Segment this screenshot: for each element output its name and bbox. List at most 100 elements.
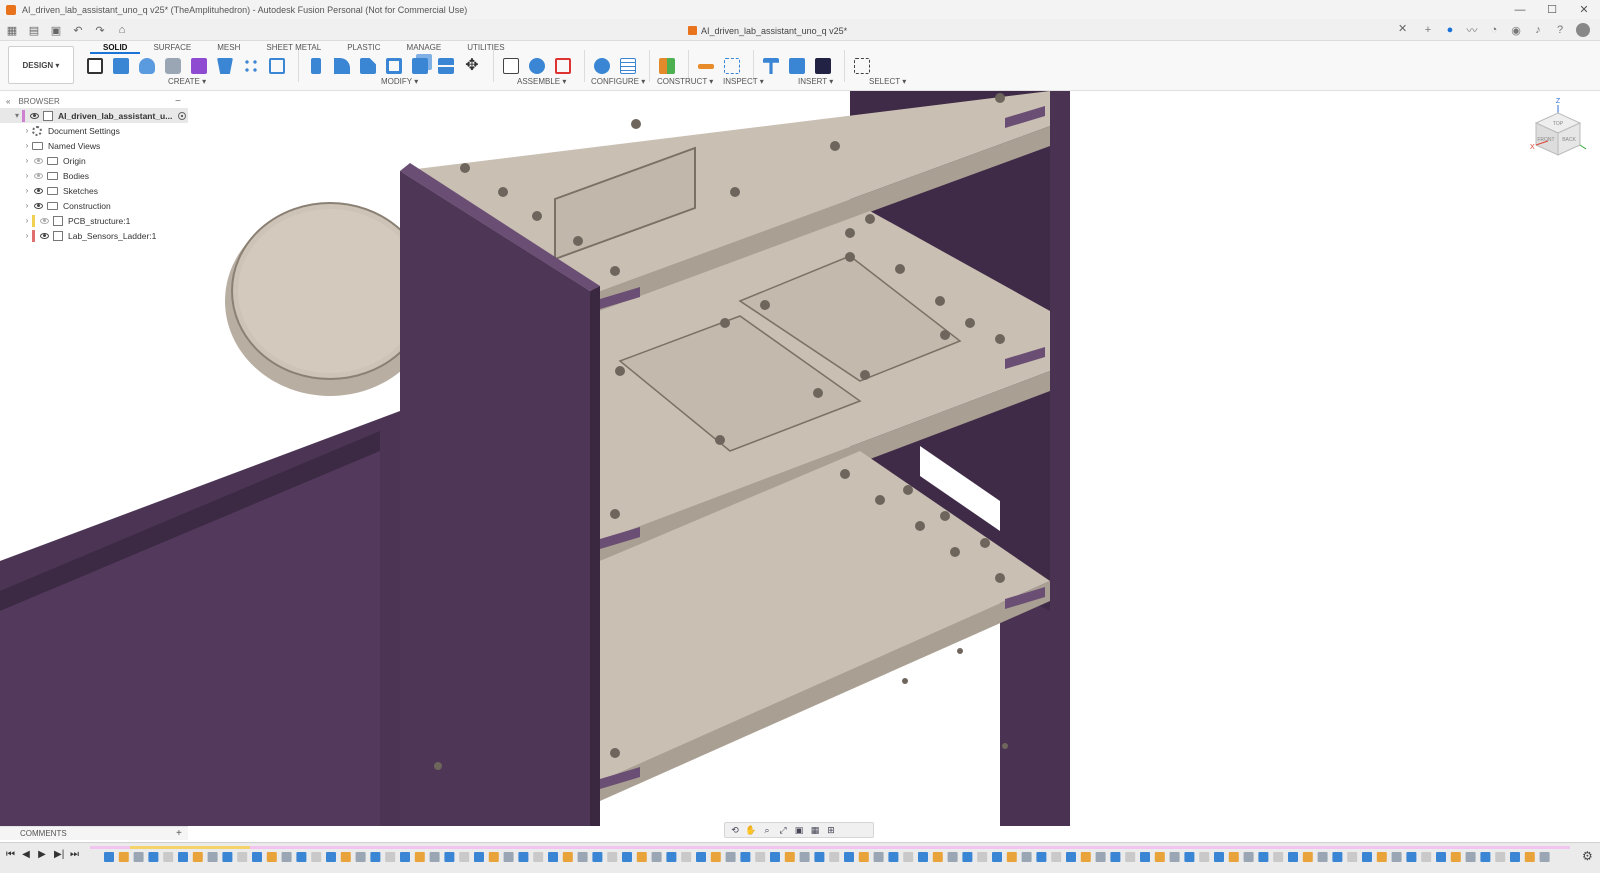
grid-settings-icon[interactable]: ▦ (809, 825, 821, 835)
timeline-feature-icon[interactable] (326, 852, 336, 862)
expand-chevron-icon[interactable]: › (22, 186, 32, 195)
timeline-feature-icon[interactable] (1510, 852, 1520, 862)
tab-sheet-metal[interactable]: SHEET METAL (253, 42, 334, 54)
timeline-feature-icon[interactable] (192, 852, 203, 862)
timeline-feature-icon[interactable] (503, 852, 514, 862)
timeline-feature-icon[interactable] (1066, 852, 1076, 862)
construct-group-label[interactable]: CONSTRUCT ▾ (657, 77, 713, 86)
timeline-feature-icon[interactable] (932, 852, 943, 862)
joint-icon[interactable] (526, 56, 548, 76)
timeline-feature-icon[interactable] (622, 852, 632, 862)
insert-svg-icon[interactable] (812, 56, 834, 76)
home-icon[interactable]: ⌂ (114, 24, 130, 36)
inspect-group-label[interactable]: INSPECT ▾ (723, 77, 764, 86)
offset-face-icon[interactable] (435, 56, 457, 76)
timeline-feature-icon[interactable] (1288, 852, 1298, 862)
tab-manage[interactable]: MANAGE (394, 42, 455, 54)
browser-item-construction[interactable]: › Construction (0, 198, 188, 213)
visibility-eye-icon[interactable] (32, 157, 44, 165)
view-cube[interactable]: Z TOP FRONT BACK X (1528, 95, 1588, 161)
timeline-feature-icon[interactable] (1332, 852, 1343, 862)
form-icon[interactable] (188, 56, 210, 76)
timeline-feature-icon[interactable] (1347, 852, 1358, 862)
expand-chevron-icon[interactable]: ▾ (12, 111, 22, 120)
recovery-icon[interactable]: ◉ (1510, 24, 1522, 37)
top-face-label[interactable]: TOP (1553, 121, 1564, 127)
fillet-icon[interactable] (331, 56, 353, 76)
timeline-next-icon[interactable]: ▶| (54, 849, 64, 860)
pattern-icon[interactable] (240, 56, 262, 76)
new-tab-icon[interactable]: + (1422, 24, 1434, 36)
loft-icon[interactable] (214, 56, 236, 76)
timeline-feature-icon[interactable] (118, 852, 129, 862)
timeline-feature-icon[interactable] (844, 852, 854, 862)
comments-panel[interactable]: COMMENTS + (0, 826, 188, 840)
create-sketch-icon[interactable] (84, 56, 106, 76)
timeline-feature-icon[interactable] (163, 852, 174, 862)
timeline-feature-icon[interactable] (1495, 852, 1506, 862)
orbit-icon[interactable]: ⟲ (729, 825, 741, 835)
timeline-feature-icon[interactable] (370, 852, 381, 862)
timeline-feature-icon[interactable] (385, 852, 396, 862)
expand-chevron-icon[interactable]: › (22, 201, 32, 210)
browser-collapse-icon[interactable]: « (6, 97, 10, 106)
timeline-feature-icon[interactable] (858, 852, 869, 862)
configuration-table-icon[interactable] (617, 56, 639, 76)
timeline-feature-icon[interactable] (1199, 852, 1210, 862)
hole-icon[interactable] (162, 56, 184, 76)
browser-item-origin[interactable]: › Origin (0, 153, 188, 168)
timeline-feature-icon[interactable] (562, 852, 573, 862)
help-icon[interactable]: ? (1554, 24, 1566, 36)
timeline-feature-icon[interactable] (1228, 852, 1239, 862)
configure-group-label[interactable]: CONFIGURE ▾ (591, 77, 645, 86)
timeline-feature-icon[interactable] (651, 852, 662, 862)
browser-minimize-icon[interactable]: − (175, 96, 181, 107)
timeline-feature-icon[interactable] (1184, 852, 1195, 862)
save-icon[interactable]: ▣ (48, 24, 64, 37)
timeline-feature-icon[interactable] (681, 852, 692, 862)
as-built-joint-icon[interactable] (552, 56, 574, 76)
timeline-feature-icon[interactable] (725, 852, 736, 862)
timeline-feature-icon[interactable] (918, 852, 928, 862)
timeline-feature-icon[interactable] (148, 852, 159, 862)
timeline-feature-icon[interactable] (636, 852, 647, 862)
timeline-feature-icon[interactable] (1465, 852, 1476, 862)
timeline-feature-icon[interactable] (237, 852, 248, 862)
mirror-icon[interactable] (266, 56, 288, 76)
measure-icon[interactable] (695, 56, 717, 76)
viewports-icon[interactable]: ⊞ (825, 825, 837, 835)
expand-chevron-icon[interactable]: › (22, 171, 32, 180)
timeline-feature-icon[interactable] (1080, 852, 1091, 862)
redo-icon[interactable]: ↷ (92, 24, 108, 37)
revolve-icon[interactable] (136, 56, 158, 76)
timeline-feature-icon[interactable] (459, 852, 470, 862)
timeline-feature-icon[interactable] (829, 852, 840, 862)
timeline-feature-icon[interactable] (1006, 852, 1017, 862)
timeline-feature-icon[interactable] (1095, 852, 1106, 862)
press-pull-icon[interactable] (305, 56, 327, 76)
timeline-feature-icon[interactable] (266, 852, 277, 862)
timeline-feature-icon[interactable] (488, 852, 499, 862)
modify-group-label[interactable]: MODIFY ▾ (381, 77, 418, 86)
expand-chevron-icon[interactable]: › (22, 141, 32, 150)
timeline-feature-icon[interactable] (1125, 852, 1136, 862)
timeline-feature-icon[interactable] (296, 852, 307, 862)
select-group-label[interactable]: SELECT ▾ (869, 77, 906, 86)
insert-canvas-icon[interactable] (786, 56, 808, 76)
timeline-feature-icon[interactable] (1258, 852, 1269, 862)
timeline-feature-icon[interactable] (548, 852, 558, 862)
timeline-feature-icon[interactable] (207, 852, 218, 862)
timeline-feature-icon[interactable] (947, 852, 958, 862)
select-window-icon[interactable] (851, 56, 873, 76)
document-tab[interactable]: AI_driven_lab_assistant_uno_q v25* (688, 22, 847, 39)
timeline-feature-icon[interactable] (740, 852, 751, 862)
timeline-feature-icon[interactable] (429, 852, 440, 862)
insert-derive-icon[interactable] (760, 56, 782, 76)
timeline-feature-icon[interactable] (400, 852, 410, 862)
timeline-feature-icon[interactable] (1036, 852, 1047, 862)
job-status-icon[interactable]: 〰 (1466, 22, 1478, 38)
timeline-play-icon[interactable]: ▶ (38, 849, 46, 860)
timeline-feature-icon[interactable] (222, 852, 233, 862)
timeline-feature-icon[interactable] (1362, 852, 1372, 862)
timeline-feature-icon[interactable] (1140, 852, 1150, 862)
